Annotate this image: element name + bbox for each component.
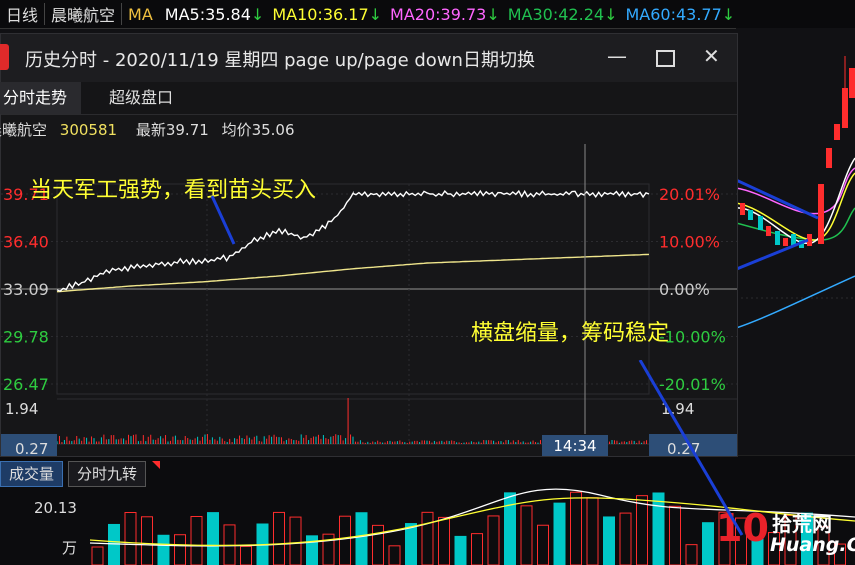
volume-unit: 万	[62, 537, 77, 558]
volume-bar	[389, 546, 400, 565]
info-latest-price: 最新39.71	[136, 121, 209, 139]
volume-bar	[439, 517, 450, 565]
volume-bar	[472, 534, 483, 565]
percent-tick: 20.01%	[659, 185, 720, 204]
tab-volume[interactable]: 成交量	[0, 461, 63, 487]
price-tick: 33.09	[3, 280, 49, 299]
window-tabs: 分时走势 超级盘口	[1, 82, 737, 115]
tab-intraday[interactable]: 分时走势	[0, 82, 81, 114]
chart-grid	[1, 184, 737, 444]
ma30-value: MA30:42.24↓	[502, 5, 620, 24]
stock-info-bar: 晨曦航空 300581 最新39.71 均价35.06	[1, 116, 737, 144]
volume-bar	[175, 535, 186, 565]
volume-tick: 1.94	[5, 400, 38, 418]
volume-bar	[307, 536, 318, 565]
info-stock-name: 晨曦航空	[0, 121, 47, 139]
volume-bar	[455, 536, 466, 565]
annotation-arrow-1	[206, 194, 266, 254]
volume-bar	[92, 547, 103, 565]
volume-bar	[356, 513, 367, 565]
price-tick: 36.40	[3, 233, 49, 252]
volume-bar	[274, 512, 285, 565]
down-arrow-icon: ↓	[251, 5, 264, 24]
volume-bar	[571, 492, 582, 565]
volume-bar	[505, 493, 516, 565]
volume-bar	[158, 535, 169, 565]
cursor-time: 14:34	[553, 437, 596, 455]
close-icon[interactable]: ✕	[703, 44, 720, 68]
watermark-site: Huang.CN	[770, 534, 855, 556]
annotation-consolidation: 横盘缩量，筹码稳定	[471, 315, 669, 347]
price-tick: 29.78	[3, 328, 49, 347]
volume-bar	[241, 546, 252, 565]
ma-label[interactable]: MA	[122, 5, 159, 24]
volume-bar	[521, 506, 532, 565]
ma-indicator-bar: 日线 晨曦航空 MA MA5:35.84↓ MA10:36.17↓ MA20:3…	[0, 0, 855, 29]
period-label[interactable]: 日线	[0, 2, 44, 26]
info-avg-price: 均价35.06	[222, 121, 295, 139]
volume-bar	[373, 525, 384, 565]
down-arrow-icon: ↓	[604, 5, 617, 24]
down-arrow-icon: ↓	[486, 5, 499, 24]
percent-tick: 0.00%	[659, 280, 710, 299]
watermark-brand: 拾荒网	[772, 508, 832, 537]
percent-tick: 10.00%	[659, 233, 720, 252]
stock-name: 晨曦航空	[45, 2, 121, 26]
volume-bar	[604, 517, 615, 565]
ma10-value: MA10:36.17↓	[266, 5, 384, 24]
volume-bar	[142, 517, 153, 565]
volume-bar	[422, 512, 433, 565]
app-icon	[0, 44, 9, 70]
minimize-icon[interactable]: —	[607, 44, 627, 68]
tab-corner-icon	[152, 461, 160, 469]
price-tick: 26.47	[3, 375, 49, 394]
down-arrow-icon: ↓	[369, 5, 382, 24]
maximize-icon[interactable]	[656, 50, 675, 67]
ma5-value: MA5:35.84↓	[159, 5, 267, 24]
down-arrow-icon: ↓	[722, 5, 735, 24]
volume-tick: 0.27	[15, 440, 48, 456]
volume-value: 20.13	[34, 499, 77, 517]
volume-bar	[340, 516, 351, 565]
stock-app: 日线 晨曦航空 MA MA5:35.84↓ MA10:36.17↓ MA20:3…	[0, 0, 855, 565]
window-title: 历史分时 - 2020/11/19 星期四 page up/page down日…	[25, 46, 595, 72]
tab-nine-turn[interactable]: 分时九转	[68, 461, 146, 487]
avg-price-line	[57, 254, 649, 291]
volume-bar	[554, 503, 565, 565]
volume-bar	[290, 517, 301, 565]
daily-kline-chart	[736, 28, 855, 438]
volume-bar	[488, 516, 499, 565]
ma60-value: MA60:43.77↓	[619, 5, 737, 24]
annotation-buy-signal: 当天军工强势，看到苗头买入	[30, 172, 316, 204]
volume-bar	[587, 498, 598, 565]
volume-bar	[538, 525, 549, 565]
info-stock-code: 300581	[60, 121, 117, 139]
history-intraday-window: 历史分时 - 2020/11/19 星期四 page up/page down日…	[0, 33, 738, 457]
window-titlebar[interactable]: 历史分时 - 2020/11/19 星期四 page up/page down日…	[1, 34, 737, 83]
volume-bar	[191, 516, 202, 565]
annotation-arrow-2	[630, 360, 750, 560]
volume-bar	[125, 513, 136, 565]
volume-bar	[208, 513, 219, 565]
ma20-value: MA20:39.73↓	[384, 5, 502, 24]
tab-super-order-book[interactable]: 超级盘口	[95, 82, 187, 114]
percent-tick: -10.00%	[659, 328, 726, 347]
volume-bar	[109, 524, 120, 565]
volume-bar	[406, 524, 417, 565]
